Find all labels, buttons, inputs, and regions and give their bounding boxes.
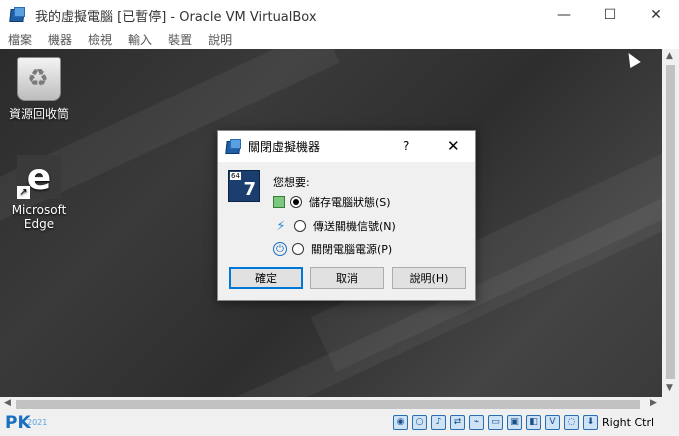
optical-icon[interactable]: ○	[412, 415, 427, 430]
menu-devices[interactable]: 裝置	[168, 31, 192, 48]
radio-acpi-shutdown[interactable]	[294, 220, 306, 232]
vm-os-icon: 64 7	[228, 170, 260, 202]
desktop-icon-label: 資源回收筒	[8, 107, 69, 121]
close-vm-dialog: 關閉虛擬機器 ? ✕ 64 7 您想要: 儲存電腦狀態(S) ⚡ 傳送關機信號(N…	[217, 130, 476, 301]
audio-icon[interactable]: ♪	[431, 415, 446, 430]
video-capture-icon[interactable]: ◧	[526, 415, 541, 430]
shortcut-arrow-icon: ↗	[17, 186, 30, 199]
dialog-help-button[interactable]: ?	[403, 139, 409, 153]
option-label: 關閉電腦電源(P)	[311, 243, 393, 256]
horizontal-scroll-thumb[interactable]	[16, 400, 640, 409]
radio-power-off[interactable]	[292, 243, 304, 255]
scroll-up-icon[interactable]: ▲	[666, 51, 673, 61]
acpi-bolt-icon: ⚡	[276, 218, 286, 234]
window-title: 我的虛擬電腦 [已暫停] - Oracle VM VirtualBox	[35, 9, 317, 25]
option-label: 儲存電腦狀態(S)	[309, 196, 391, 209]
option-label: 傳送關機信號(N)	[313, 220, 396, 233]
edge-letter: e	[26, 156, 52, 198]
shared-folder-icon[interactable]: ▭	[488, 415, 503, 430]
window-controls: — ☐ ✕	[541, 0, 679, 30]
menu-machine[interactable]: 機器	[48, 31, 72, 48]
scroll-corner	[662, 397, 679, 411]
horizontal-scrollbar[interactable]: ◀ ▶	[0, 397, 662, 411]
recycle-bin-icon	[17, 57, 61, 101]
keyboard-icon[interactable]: ⬇	[583, 415, 598, 430]
menu-file[interactable]: 檔案	[8, 31, 32, 48]
network-icon[interactable]: ⇄	[450, 415, 465, 430]
minimize-button[interactable]: —	[541, 0, 587, 30]
save-state-icon	[273, 196, 285, 208]
window-titlebar: 我的虛擬電腦 [已暫停] - Oracle VM VirtualBox — ☐ …	[0, 0, 679, 30]
host-key-label[interactable]: Right Ctrl	[602, 416, 654, 429]
usb-icon[interactable]: ⌁	[469, 415, 484, 430]
ok-button[interactable]: 確定	[229, 267, 303, 289]
scroll-right-icon[interactable]: ▶	[650, 398, 657, 408]
help-button[interactable]: 說明(H)	[392, 267, 466, 289]
desktop-icon-recycle-bin[interactable]: 資源回收筒	[4, 57, 74, 122]
option-power-off[interactable]: ⏻ 關閉電腦電源(P)	[273, 241, 392, 257]
dialog-title: 關閉虛擬機器	[248, 140, 321, 154]
mouse-integration-icon[interactable]: ◌	[564, 415, 579, 430]
vertical-scrollbar[interactable]: ▲ ▼	[662, 49, 679, 397]
cancel-button[interactable]: 取消	[310, 267, 384, 289]
option-save-state[interactable]: 儲存電腦狀態(S)	[273, 194, 391, 210]
vm-os-number: 7	[243, 179, 256, 200]
virtualbox-icon	[225, 138, 243, 156]
scroll-left-icon[interactable]: ◀	[4, 398, 11, 408]
vm-64bit-badge: 64	[230, 172, 241, 180]
edge-icon: e ↗	[17, 155, 61, 199]
menu-bar: 檔案 機器 檢視 輸入 裝置 說明	[0, 30, 679, 49]
dialog-titlebar: 關閉虛擬機器 ? ✕	[218, 131, 475, 162]
vertical-scroll-thumb[interactable]	[666, 65, 675, 379]
desktop-icon-label: Microsoft Edge	[11, 203, 67, 231]
radio-save-state[interactable]	[290, 196, 302, 208]
vt-icon: V	[545, 415, 560, 430]
close-button[interactable]: ✕	[633, 0, 679, 30]
dialog-prompt: 您想要:	[273, 176, 310, 189]
virtualbox-icon	[9, 6, 27, 24]
device-icons: ◉ ○ ♪ ⇄ ⌁ ▭ ▣ ◧ V ◌ ⬇	[393, 415, 602, 430]
option-acpi-shutdown[interactable]: ⚡ 傳送關機信號(N)	[273, 218, 396, 234]
power-icon: ⏻	[273, 242, 287, 256]
status-bar: PK 2021 ◉ ○ ♪ ⇄ ⌁ ▭ ▣ ◧ V ◌ ⬇ Right Ctrl	[0, 411, 679, 436]
watermark-sub: 2021	[27, 418, 48, 427]
menu-help[interactable]: 說明	[208, 31, 232, 48]
scroll-down-icon[interactable]: ▼	[666, 383, 673, 393]
desktop-icon-edge[interactable]: e ↗ Microsoft Edge	[4, 155, 74, 231]
menu-view[interactable]: 檢視	[88, 31, 112, 48]
dialog-close-button[interactable]: ✕	[447, 137, 460, 155]
display-icon[interactable]: ▣	[507, 415, 522, 430]
hdd-icon[interactable]: ◉	[393, 415, 408, 430]
menu-input[interactable]: 輸入	[128, 31, 152, 48]
maximize-button[interactable]: ☐	[587, 0, 633, 30]
